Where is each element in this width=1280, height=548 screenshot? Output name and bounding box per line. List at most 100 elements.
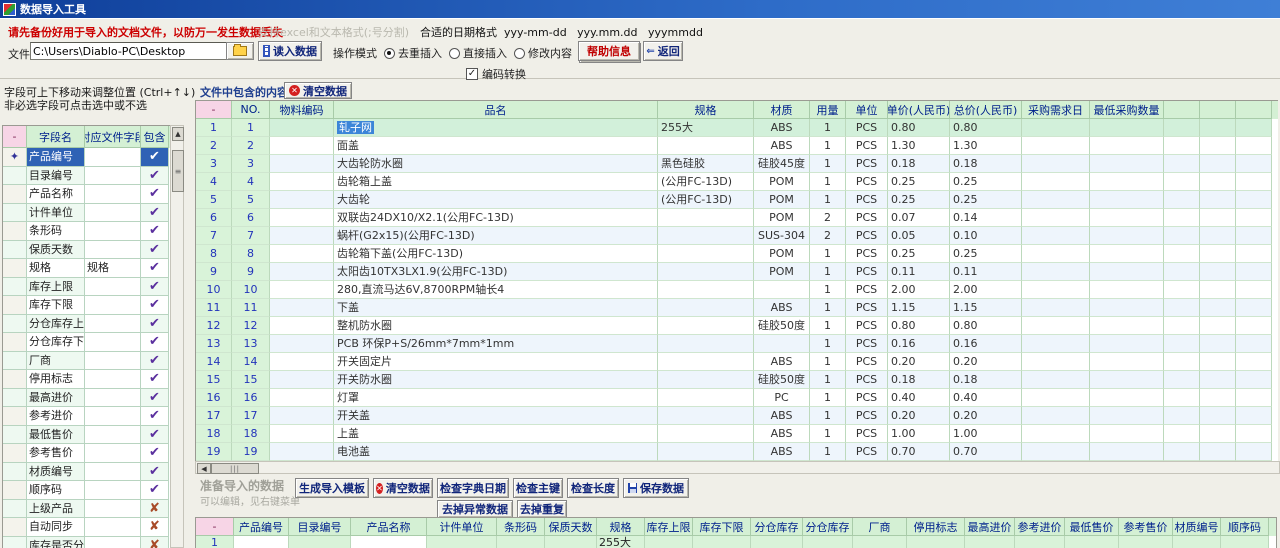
data-cell[interactable] (1164, 371, 1200, 389)
data-cell[interactable] (1090, 119, 1164, 137)
row-number-cell[interactable]: 11 (196, 299, 232, 317)
data-cell[interactable]: 1 (810, 389, 846, 407)
data-cell[interactable] (270, 209, 334, 227)
data-cell[interactable] (658, 209, 754, 227)
file-field-value[interactable] (85, 296, 141, 315)
check-icon[interactable]: ✔ (141, 185, 169, 204)
data-cell[interactable] (1090, 227, 1164, 245)
data-cell[interactable]: 0.16 (950, 335, 1022, 353)
data-cell[interactable] (270, 191, 334, 209)
data-cell[interactable]: 0.11 (888, 263, 950, 281)
data-cell[interactable]: 0.80 (888, 119, 950, 137)
prepare-row[interactable]: 1255大 (196, 536, 1276, 548)
data-cell[interactable]: SUS-304 (754, 227, 810, 245)
field-row[interactable]: 库存下限✔ (3, 296, 170, 315)
data-cell[interactable] (270, 371, 334, 389)
data-cell[interactable] (270, 317, 334, 335)
row-number-cell[interactable]: 5 (232, 191, 270, 209)
encoding-checkbox[interactable]: ✓ 编码转换 (466, 66, 526, 82)
content-row[interactable]: 11轧子网255大ABS1PCS0.800.80 (196, 119, 1278, 137)
data-cell[interactable]: 2.00 (888, 281, 950, 299)
data-cell[interactable]: ABS (754, 353, 810, 371)
data-cell[interactable]: PCS (846, 443, 888, 461)
row-number-cell[interactable]: 5 (196, 191, 232, 209)
row-number-cell[interactable]: 4 (232, 173, 270, 191)
field-row[interactable]: 上级产品✘ (3, 500, 170, 519)
data-cell[interactable] (658, 443, 754, 461)
data-cell[interactable] (1022, 443, 1090, 461)
data-cell[interactable] (1022, 371, 1090, 389)
content-grid-hscrollbar[interactable]: ◀ ||| (195, 461, 1280, 474)
data-cell[interactable] (1200, 119, 1236, 137)
data-cell[interactable]: 整机防水圈 (334, 317, 658, 335)
file-field-value[interactable] (85, 278, 141, 297)
check-icon[interactable]: ✔ (141, 352, 169, 371)
data-cell[interactable]: 0.11 (950, 263, 1022, 281)
data-cell[interactable] (1090, 443, 1164, 461)
data-cell[interactable]: 灯罩 (334, 389, 658, 407)
data-cell[interactable] (1022, 245, 1090, 263)
check-icon[interactable]: ✔ (141, 481, 169, 500)
data-cell[interactable]: 0.40 (888, 389, 950, 407)
data-cell[interactable]: 上盖 (334, 425, 658, 443)
file-field-value[interactable] (85, 204, 141, 223)
check-icon[interactable]: ✔ (141, 426, 169, 445)
content-row[interactable]: 1919电池盖ABS1PCS0.700.70 (196, 443, 1278, 461)
data-cell[interactable] (270, 263, 334, 281)
field-row[interactable]: 顺序码✔ (3, 481, 170, 500)
field-row[interactable]: 最高进价✔ (3, 389, 170, 408)
data-cell[interactable]: 0.80 (950, 119, 1022, 137)
data-cell[interactable]: 齿轮箱上盖 (334, 173, 658, 191)
check-icon[interactable]: ✔ (141, 444, 169, 463)
data-cell[interactable] (803, 536, 853, 548)
data-cell[interactable]: PCS (846, 317, 888, 335)
data-cell[interactable]: 太阳齿10TX3LX1.9(公用FC-13D) (334, 263, 658, 281)
data-cell[interactable] (1200, 317, 1236, 335)
content-row[interactable]: 1212整机防水圈硅胶50度1PCS0.800.80 (196, 317, 1278, 335)
file-field-value[interactable] (85, 148, 141, 167)
file-field-value[interactable] (85, 407, 141, 426)
data-cell[interactable] (1022, 299, 1090, 317)
data-cell[interactable] (545, 536, 597, 548)
data-cell[interactable] (1200, 425, 1236, 443)
data-cell[interactable] (270, 155, 334, 173)
data-cell[interactable]: 0.16 (888, 335, 950, 353)
content-row[interactable]: 55大齿轮(公用FC-13D)POM1PCS0.250.25 (196, 191, 1278, 209)
data-cell[interactable] (1022, 425, 1090, 443)
data-cell[interactable]: 1 (810, 137, 846, 155)
check-icon[interactable]: ✔ (141, 315, 169, 334)
content-row[interactable]: 33大齿轮防水圈黑色硅胶硅胶45度1PCS0.180.18 (196, 155, 1278, 173)
data-cell[interactable]: 1 (810, 371, 846, 389)
data-cell[interactable]: 0.18 (950, 371, 1022, 389)
content-row[interactable]: 77蜗杆(G2x15)(公用FC-13D)SUS-3042PCS0.050.10 (196, 227, 1278, 245)
file-field-value[interactable] (85, 370, 141, 389)
data-cell[interactable] (1236, 425, 1272, 443)
data-cell[interactable] (1164, 263, 1200, 281)
row-number-cell[interactable]: 12 (232, 317, 270, 335)
data-cell[interactable] (270, 245, 334, 263)
radio-dedupe-insert[interactable]: 去重插入 (384, 45, 442, 61)
data-cell[interactable] (1221, 536, 1269, 548)
data-cell[interactable] (1236, 281, 1272, 299)
data-cell[interactable] (1065, 536, 1119, 548)
data-cell[interactable]: 0.20 (888, 353, 950, 371)
data-cell[interactable]: 0.25 (888, 191, 950, 209)
file-field-value[interactable] (85, 315, 141, 334)
data-cell[interactable] (1200, 245, 1236, 263)
data-cell[interactable] (270, 407, 334, 425)
data-cell[interactable]: 0.80 (888, 317, 950, 335)
field-row[interactable]: 计件单位✔ (3, 204, 170, 223)
data-cell[interactable] (853, 536, 907, 548)
data-cell[interactable]: 1 (810, 263, 846, 281)
data-cell[interactable]: 0.20 (950, 407, 1022, 425)
data-cell[interactable] (1164, 335, 1200, 353)
content-row[interactable]: 1313PCB 环保P+S/26mm*7mm*1mm1PCS0.160.16 (196, 335, 1278, 353)
data-cell[interactable]: ABS (754, 137, 810, 155)
field-row[interactable]: 自动同步✘ (3, 518, 170, 537)
data-cell[interactable]: 280,直流马达6V,8700RPM轴长4 (334, 281, 658, 299)
field-row[interactable]: 分仓库存下限✔ (3, 333, 170, 352)
data-cell[interactable] (270, 425, 334, 443)
content-row[interactable]: 66双联齿24DX10/X2.1(公用FC-13D)POM2PCS0.070.1… (196, 209, 1278, 227)
data-cell[interactable] (1200, 353, 1236, 371)
data-cell[interactable]: 1.15 (888, 299, 950, 317)
